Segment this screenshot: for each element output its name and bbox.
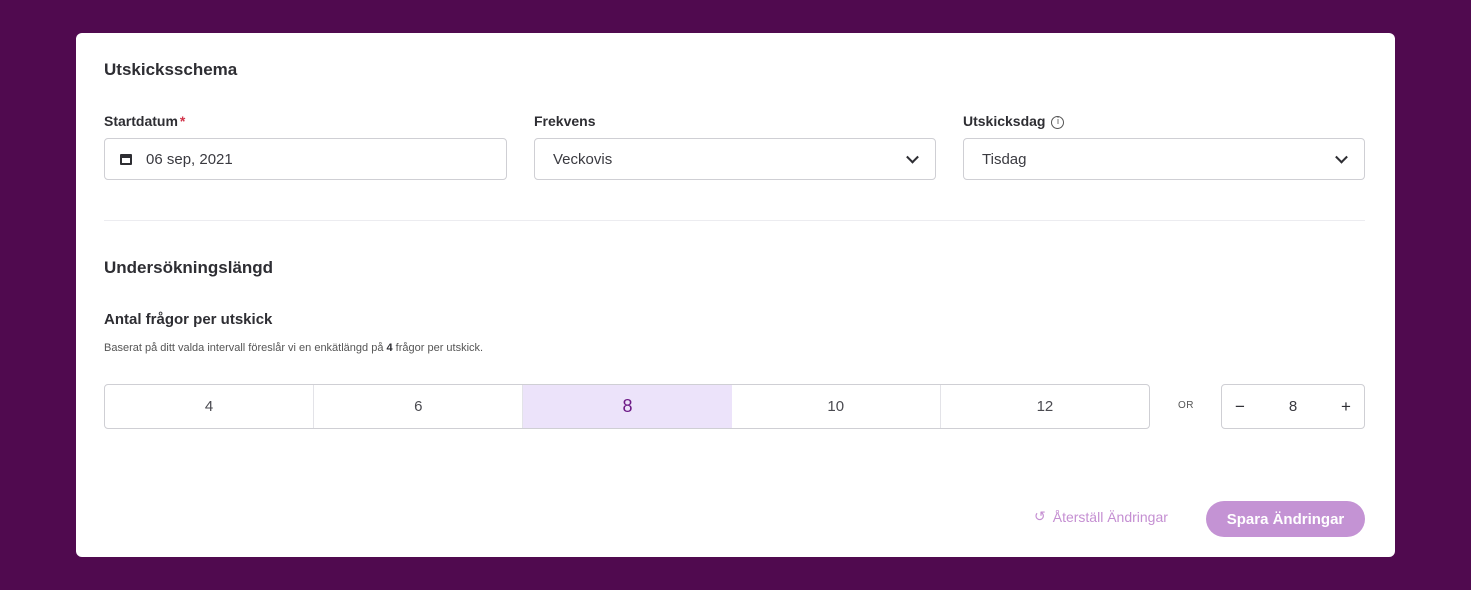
chevron-down-icon [906,150,919,164]
settings-card: Utskicksschema Startdatum * 06 sep, 2021 … [76,33,1395,557]
start-date-label: Startdatum * [104,113,185,129]
option-6[interactable]: 6 [314,385,524,428]
suggestion-hint: Baserat på ditt valda intervall föreslår… [104,342,483,354]
questions-per-send-label: Antal frågor per utskick [104,311,273,328]
required-mark: * [179,113,186,129]
info-icon[interactable]: i [1051,115,1065,129]
increment-button[interactable]: + [1328,397,1364,417]
option-4[interactable]: 4 [105,385,315,428]
start-date-label-text: Startdatum [104,113,178,129]
send-day-select[interactable]: Tisdag [963,138,1365,180]
stepper-value[interactable]: 8 [1289,398,1297,415]
frequency-select[interactable]: Veckovis [534,138,936,180]
question-count-stepper: − 8 + [1221,384,1365,429]
section-divider [104,220,1365,221]
send-day-label: Utskicksdag i [963,113,1065,129]
or-separator: OR [1178,400,1194,411]
frequency-label: Frekvens [534,113,596,129]
chevron-down-icon [1335,150,1348,164]
start-date-field[interactable]: 06 sep, 2021 [104,138,507,180]
option-10[interactable]: 10 [732,385,941,428]
option-8[interactable]: 8 [523,385,732,428]
question-count-selector: 4 6 8 10 12 [104,384,1150,429]
calendar-icon [120,153,132,165]
reset-icon: ↺ [1034,509,1046,525]
frequency-value: Veckovis [553,150,613,168]
reset-label: Återställ Ändringar [1052,509,1168,525]
schedule-title: Utskicksschema [104,60,238,79]
option-12[interactable]: 12 [941,385,1149,428]
save-changes-button[interactable]: Spara Ändringar [1206,501,1365,537]
hint-suffix: frågor per utskick. [392,342,484,354]
hint-prefix: Baserat på ditt valda intervall föreslår… [104,342,387,354]
reset-changes-button[interactable]: ↺ Återställ Ändringar [1034,509,1168,525]
send-day-value: Tisdag [982,150,1027,168]
start-date-value: 06 sep, 2021 [146,150,233,168]
survey-length-title: Undersökningslängd [104,258,274,277]
send-day-label-text: Utskicksdag [963,113,1046,129]
decrement-button[interactable]: − [1222,397,1258,417]
